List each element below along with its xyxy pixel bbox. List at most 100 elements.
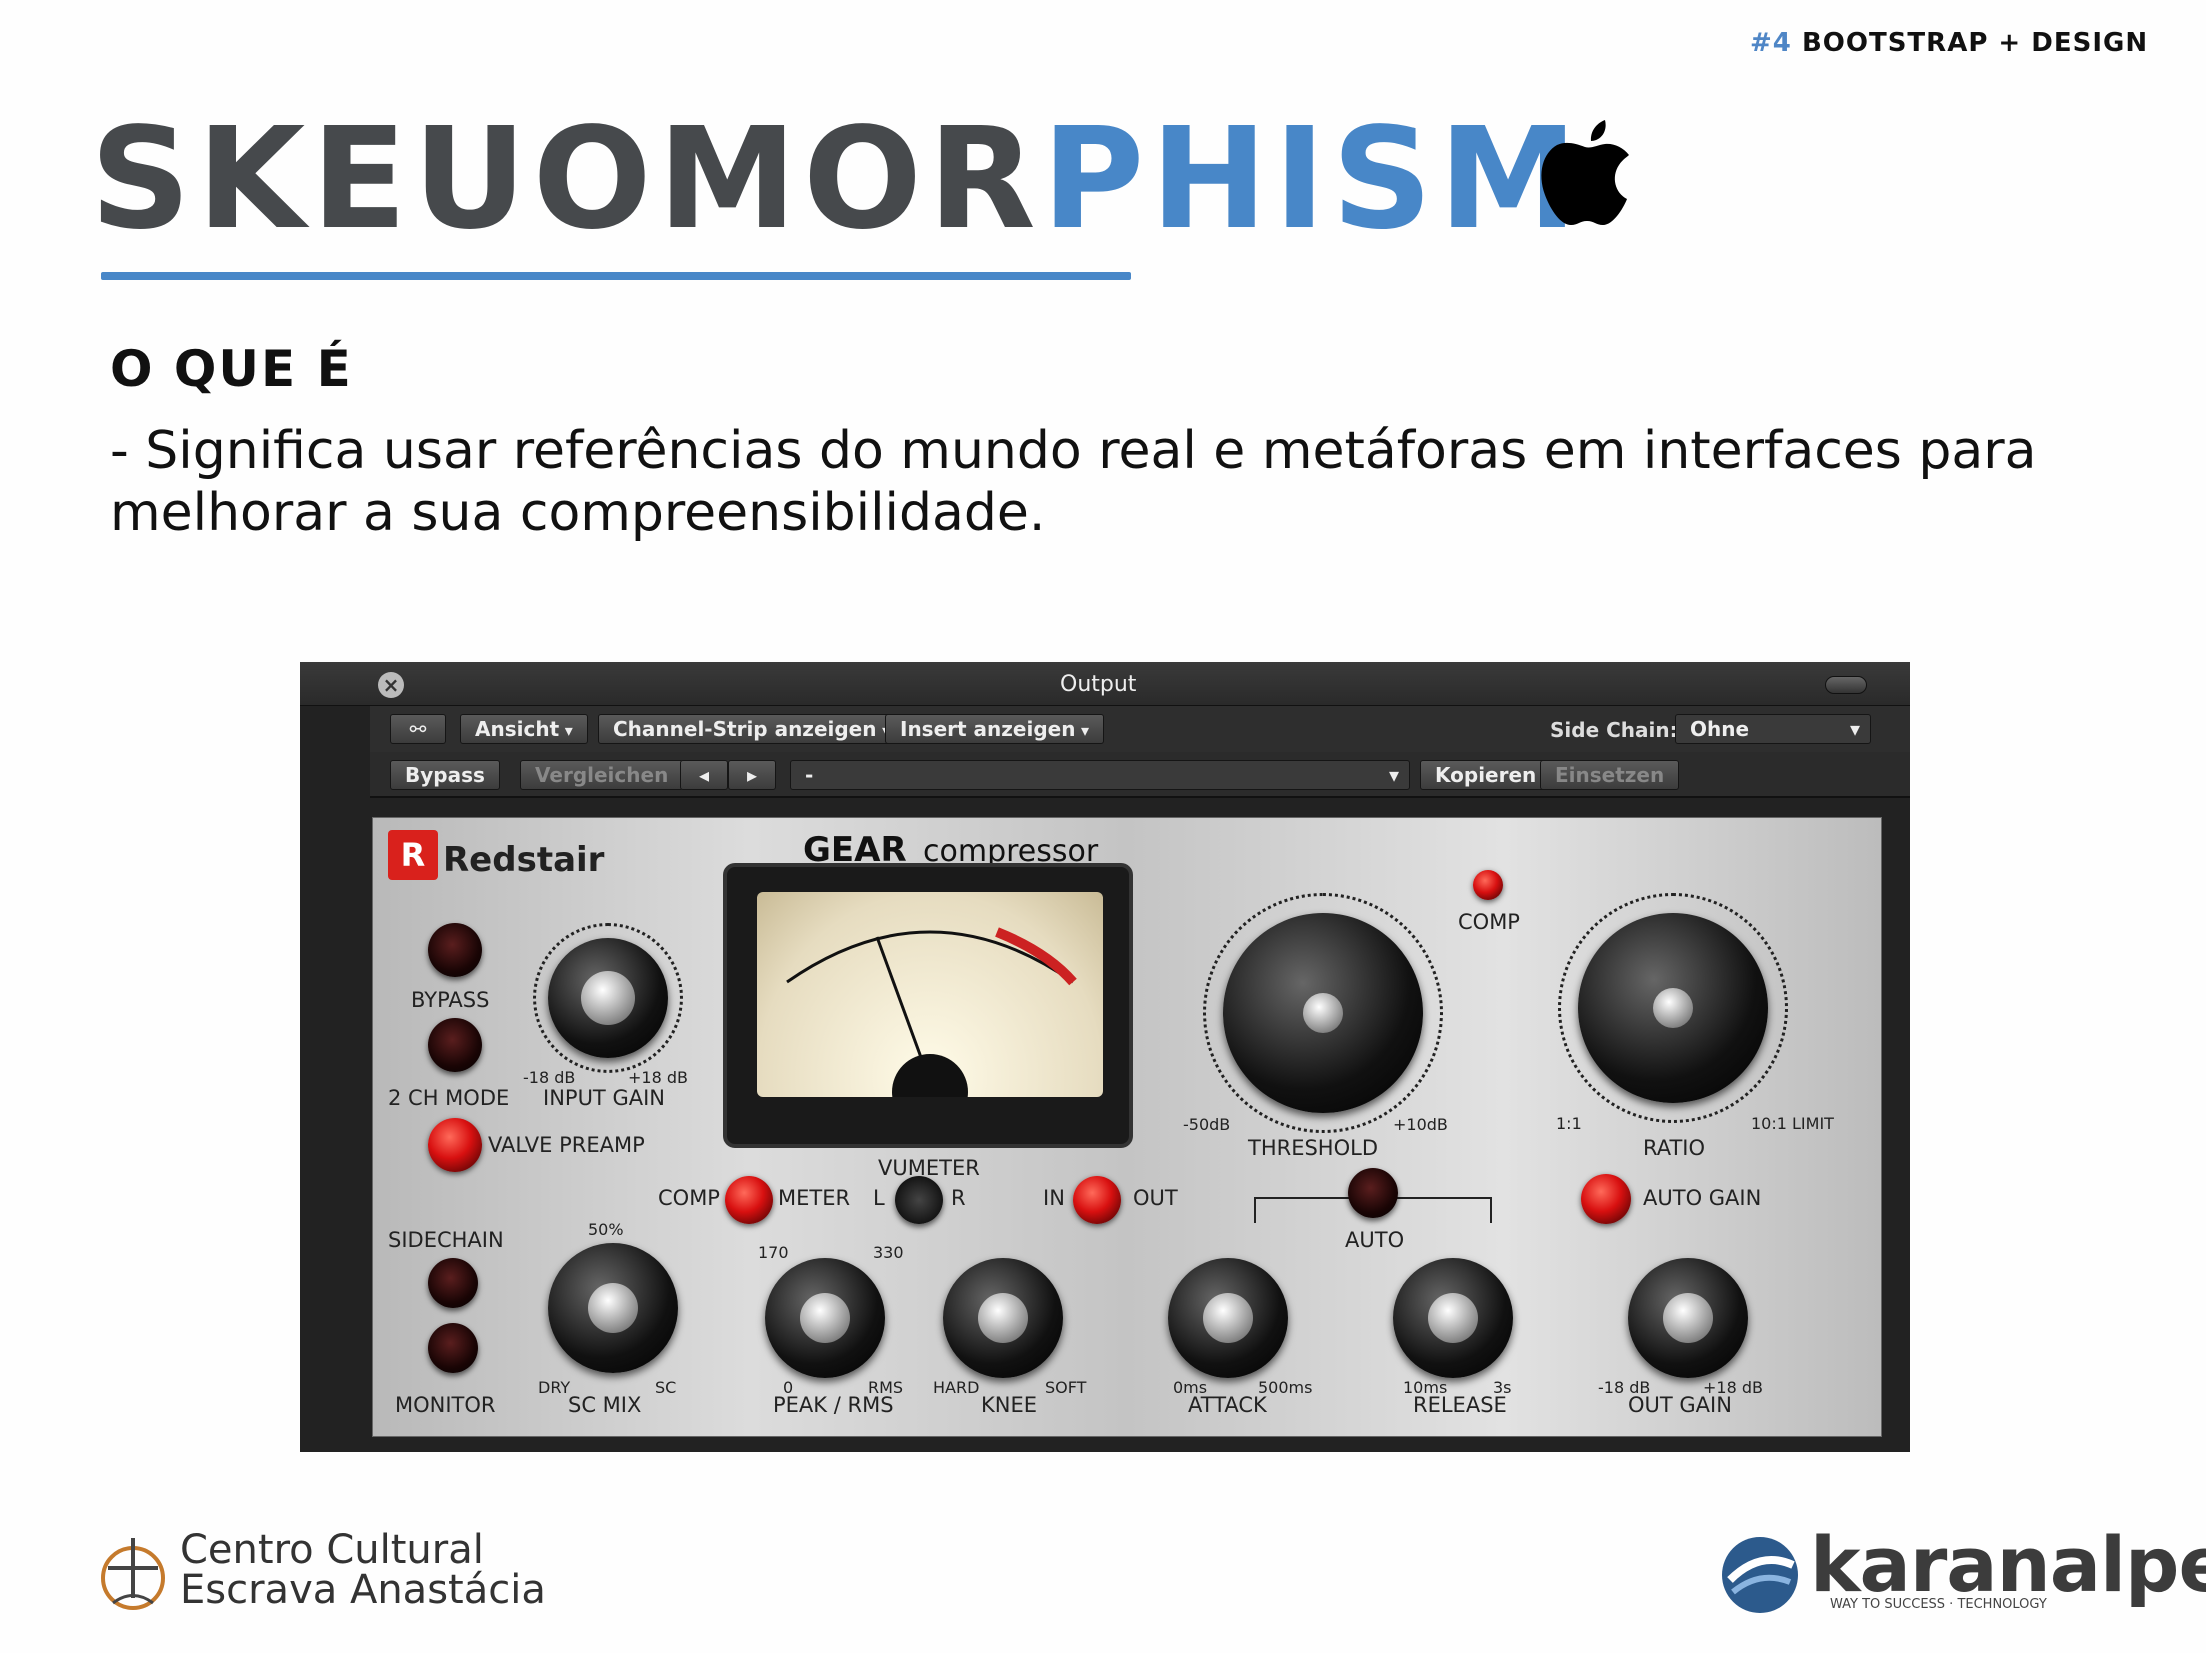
compare-button[interactable]: Vergleichen — [520, 760, 684, 790]
sidechain-select[interactable]: Ohne ▾ — [1675, 714, 1871, 744]
monitor-label: MONITOR — [395, 1393, 496, 1417]
tag-number: #4 — [1750, 28, 1792, 58]
in-out-switch[interactable] — [1073, 1176, 1121, 1224]
sc-mix-sc: SC — [655, 1378, 677, 1397]
view-label: Ansicht — [475, 717, 560, 741]
bypass-button-label: Bypass — [405, 763, 485, 787]
karanalpe-logo-icon — [1722, 1537, 1798, 1613]
ratio-knob[interactable] — [1578, 913, 1768, 1103]
brand-name: Redstair — [443, 840, 605, 880]
preset-select[interactable]: - ▾ — [790, 760, 1410, 790]
ch-mode-switch[interactable] — [428, 1018, 482, 1072]
close-icon[interactable]: × — [378, 672, 404, 698]
input-gain-knob[interactable] — [548, 938, 668, 1058]
bypass-switch[interactable] — [428, 923, 482, 977]
knee-hard: HARD — [933, 1378, 980, 1397]
toolbar-top: ⚯ Ansicht Channel-Strip anzeigen Insert … — [370, 706, 1910, 752]
brand-name: karanalpe — [1810, 1520, 2206, 1609]
section-heading: O QUE É — [110, 340, 353, 398]
slide-tag: #4 BOOTSTRAP + DESIGN — [1750, 28, 2147, 64]
plugin-screenshot: × Output ⚯ Ansicht Channel-Strip anzeige… — [300, 662, 1910, 1452]
meter-comp-label: COMP — [658, 1186, 720, 1210]
valve-preamp-switch[interactable] — [428, 1118, 482, 1172]
bypass-label: BYPASS — [411, 988, 490, 1012]
view-dropdown[interactable]: Ansicht — [460, 714, 588, 744]
org-line1: Centro Cultural — [180, 1527, 484, 1573]
sc-mix-knob[interactable] — [548, 1243, 678, 1373]
sc-mix-top: 50% — [588, 1220, 624, 1239]
title-part2: PHISM — [1041, 98, 1584, 261]
ch-mode-label: 2 CH MODE — [388, 1086, 510, 1110]
vumeter-label: VUMETER — [878, 1156, 980, 1180]
vu-needle-icon — [786, 927, 1077, 1130]
peak-rms-330: 330 — [873, 1243, 904, 1262]
compare-label: Vergleichen — [535, 763, 669, 787]
sidechain-value: Ohne — [1690, 717, 1750, 741]
channel-strip-label: Channel-Strip anzeigen — [613, 717, 877, 741]
knee-knob[interactable] — [943, 1258, 1063, 1378]
next-preset-button[interactable]: ▸ — [728, 760, 776, 790]
knee-soft: SOFT — [1045, 1378, 1087, 1397]
comp-led-label: COMP — [1458, 910, 1520, 934]
org-line2: Escrava Anastácia — [180, 1567, 546, 1613]
attack-knob[interactable] — [1168, 1258, 1288, 1378]
release-knob[interactable] — [1393, 1258, 1513, 1378]
copy-button[interactable]: Kopieren — [1420, 760, 1552, 790]
release-label: RELEASE — [1413, 1393, 1507, 1417]
peak-rms-170: 170 — [758, 1243, 789, 1262]
chevron-down-icon: ▾ — [1849, 717, 1860, 741]
knee-label: KNEE — [981, 1393, 1038, 1417]
threshold-max: +10dB — [1393, 1115, 1448, 1134]
title-underline — [101, 272, 1131, 280]
channel-l-label: L — [873, 1186, 885, 1210]
paste-button[interactable]: Einsetzen — [1540, 760, 1680, 790]
tag-text: BOOTSTRAP + DESIGN — [1801, 28, 2149, 58]
link-icon[interactable]: ⚯ — [390, 714, 446, 744]
compressor-panel: R Redstair GEAR compressor BYPASS 2 CH M… — [372, 817, 1882, 1437]
peak-rms-knob[interactable] — [765, 1258, 885, 1378]
comp-indicator-led — [1473, 870, 1503, 900]
centro-cultural-logo-icon — [101, 1538, 165, 1610]
channel-select-switch[interactable] — [895, 1176, 943, 1224]
ratio-min: 1:1 — [1556, 1114, 1582, 1133]
sidechain-switch[interactable] — [428, 1258, 478, 1308]
sidechain-label: Side Chain: — [1550, 718, 1678, 742]
vu-meter-face — [757, 892, 1103, 1130]
ratio-max: 10:1 LIMIT — [1751, 1114, 1834, 1133]
attack-label: ATTACK — [1188, 1393, 1267, 1417]
auto-gain-label: AUTO GAIN — [1643, 1186, 1762, 1210]
auto-gain-switch[interactable] — [1581, 1174, 1631, 1224]
prev-preset-button[interactable]: ◂ — [680, 760, 728, 790]
out-gain-label: OUT GAIN — [1628, 1393, 1732, 1417]
out-label: OUT — [1133, 1186, 1178, 1210]
brand-tagline: WAY TO SUCCESS · TECHNOLOGY — [1830, 1597, 2047, 1612]
window-toggle-button[interactable] — [1825, 676, 1867, 694]
insert-dropdown[interactable]: Insert anzeigen — [885, 714, 1105, 744]
meter-label: METER — [778, 1186, 851, 1210]
input-gain-max: +18 dB — [628, 1068, 688, 1087]
out-gain-knob[interactable] — [1628, 1258, 1748, 1378]
preset-value: - — [805, 763, 814, 787]
sc-mix-label: SC MIX — [568, 1393, 642, 1417]
redstair-logo-icon: R — [388, 830, 438, 880]
input-gain-label: INPUT GAIN — [543, 1086, 665, 1110]
org-name: Centro Cultural Escrava Anastácia — [180, 1530, 546, 1610]
title-part1: SKEUOMOR — [90, 98, 1042, 261]
window-title: Output — [1060, 672, 1137, 697]
bypass-button[interactable]: Bypass — [390, 760, 500, 790]
chevron-down-icon: ▾ — [1388, 763, 1399, 787]
sc-mix-dry: DRY — [538, 1378, 571, 1397]
monitor-switch[interactable] — [428, 1323, 478, 1373]
toolbar-bottom: Bypass Vergleichen ◂ ▸ - ▾ Kopieren Einse… — [370, 752, 1910, 798]
apple-logo-icon — [1541, 120, 1629, 225]
input-gain-min: -18 dB — [523, 1068, 576, 1087]
channel-strip-dropdown[interactable]: Channel-Strip anzeigen — [598, 714, 906, 744]
threshold-knob[interactable] — [1223, 913, 1423, 1113]
threshold-label: THRESHOLD — [1248, 1136, 1378, 1160]
paste-label: Einsetzen — [1555, 763, 1665, 787]
page-title: SKEUOMORPHISM — [90, 100, 1584, 260]
sidechain-section-label: SIDECHAIN — [388, 1228, 504, 1252]
threshold-min: -50dB — [1183, 1115, 1231, 1134]
auto-switch[interactable] — [1348, 1168, 1398, 1218]
meter-mode-switch[interactable] — [725, 1176, 773, 1224]
